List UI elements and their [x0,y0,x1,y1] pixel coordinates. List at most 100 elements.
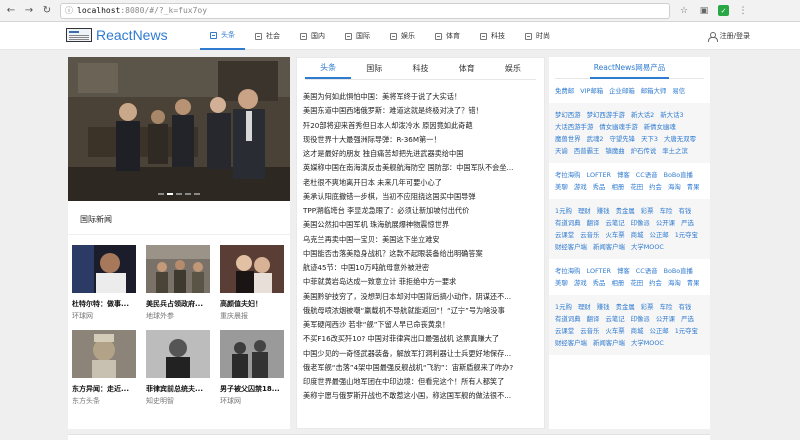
reload-icon[interactable]: ↻ [40,4,54,18]
product-link[interactable]: VIP邮箱 [580,87,603,95]
product-link[interactable]: 游戏 [574,279,587,287]
product-link[interactable]: 约会 [649,279,662,287]
product-link[interactable]: 率土之滨 [662,147,688,155]
product-link[interactable]: 公开课 [656,219,675,227]
product-link[interactable]: 海淘 [668,183,681,191]
product-link[interactable]: 彩票 [641,303,654,311]
screenshot-icon[interactable]: ▣ [698,5,710,17]
star-icon[interactable]: ☆ [678,5,690,17]
product-link[interactable]: 倩女幽魂手游 [599,123,637,131]
product-link[interactable]: 严选 [681,315,694,323]
news-link[interactable]: 俄航母喷浓烟被嘲“羸载机不导航就能返回”！“辽宁”号为啥没事 [303,304,539,318]
product-link[interactable]: 火车票 [605,327,624,335]
carousel-dot[interactable] [158,193,164,195]
product-link[interactable]: 新大话2 [631,111,654,119]
product-link[interactable]: 理财 [578,207,591,215]
product-link[interactable]: 赚钱 [597,303,610,311]
product-link[interactable]: 炉石传说 [631,147,657,155]
news-link[interactable]: 中国能否击落美隐身战机？这款不起眼装备给出明确答案 [303,247,539,261]
news-link[interactable]: 不买F16改买歼10? 中国对菲律宾出口最强战机 这票真赚大了 [303,332,539,346]
product-link[interactable]: BoBo直播 [664,171,693,179]
product-link[interactable]: 贵金属 [616,303,635,311]
news-link[interactable]: 这才是最好的朋友 独自痛苦却把先进武器卖给中国 [303,147,539,161]
product-link[interactable]: 美聊 [555,183,568,191]
product-link[interactable]: 西普霸王 [574,147,600,155]
product-link[interactable]: 商城 [631,231,644,239]
image-carousel[interactable] [68,57,290,201]
product-link[interactable]: 有道词典 [555,315,581,323]
nav-item-yule[interactable]: 娱乐 [380,22,425,50]
product-link[interactable]: 花田 [630,279,643,287]
product-link[interactable]: 车险 [660,207,673,215]
image-news-card[interactable]: 菲律宾前总统夫... 知史明智 [146,330,210,406]
news-link[interactable]: 俄老军舰“击落”4架中国最强反舰战机“飞豹”：宙斯盾舰来了咋办? [303,361,539,375]
product-link[interactable]: 武魂2 [587,135,604,143]
product-link[interactable]: 印像派 [631,315,650,323]
product-link[interactable]: 云笔记 [605,219,624,227]
product-link[interactable]: 魔兽世界 [555,135,581,143]
product-link[interactable]: 青果 [687,279,700,287]
product-link[interactable]: 梦幻西游 [555,111,581,119]
product-link[interactable]: 天下3 [641,135,658,143]
product-link[interactable]: 美聊 [555,279,568,287]
product-link[interactable]: 免费邮 [555,87,574,95]
news-link[interactable]: 英媒称中国在南海演反击美舰航海防空 国防部：中国军队不会坐... [303,161,539,175]
product-link[interactable]: 翻译 [587,219,600,227]
news-link[interactable]: 美军硬闯西沙 若非“舰”下留人早已命丧黄泉！ [303,318,539,332]
product-link[interactable]: BoBo直播 [664,267,693,275]
news-link[interactable]: 中菲就黄岩岛达成一致意立计 菲拒绝中方一要求 [303,275,539,289]
product-link[interactable]: 博客 [617,171,630,179]
tab-yule[interactable]: 娱乐 [490,58,536,79]
news-link[interactable]: 美称宁愿与俄罗斯开战也不敢惹这小国，称这国军舰的做法很不... [303,389,539,403]
product-link[interactable]: 博客 [617,267,630,275]
product-link[interactable]: 青果 [687,183,700,191]
product-link[interactable]: 1元夺宝 [675,231,698,239]
product-link[interactable]: 车险 [660,303,673,311]
product-link[interactable]: 考拉海购 [555,267,581,275]
news-link[interactable]: 美承认阳底撒错一步棋，当初不应阻挠这国买中国导弹 [303,190,539,204]
news-link[interactable]: 乌克兰再卖中国一宝贝：美国这下坐立难安 [303,233,539,247]
news-link[interactable]: 现役世界十大最强洲际导弹：R-36M第一！ [303,133,539,147]
carousel-dot[interactable] [167,193,173,195]
news-link[interactable]: 美国黔驴技穷了，没想到日本却对中国背后搞小动作，阴谋还不... [303,290,539,304]
image-news-card[interactable]: 美民兵占领政府... 地球外参 [146,245,210,321]
carousel-dot[interactable] [194,193,200,195]
news-link[interactable]: 航迹45节：中国10万吨航母意外被泄密 [303,261,539,275]
product-link[interactable]: 翻译 [587,315,600,323]
nav-item-guonei[interactable]: 国内 [290,22,335,50]
product-link[interactable]: 邮箱大师 [641,87,667,95]
carousel-dot[interactable] [185,193,191,195]
image-news-card[interactable]: 高颜值夫妇！ 重庆晨报 [220,245,284,321]
product-link[interactable]: 云课堂 [555,231,574,239]
product-link[interactable]: CC语音 [636,171,658,179]
product-link[interactable]: 云音乐 [580,231,599,239]
nav-item-guoji[interactable]: 国际 [335,22,380,50]
nav-item-keji[interactable]: 科技 [470,22,515,50]
product-link[interactable]: 财经客户端 [555,339,587,347]
tab-keji[interactable]: 科技 [397,58,443,79]
product-link[interactable]: 1元夺宝 [675,327,698,335]
nav-item-toutiao[interactable]: 头条 [200,22,245,50]
product-link[interactable]: 公正邮 [649,231,668,239]
product-link[interactable]: 约会 [649,183,662,191]
image-news-card[interactable]: 东方异闻：走近... 东方头条 [72,330,136,406]
product-link[interactable]: 有钱 [678,207,691,215]
product-link[interactable]: 新闻客户端 [593,243,625,251]
product-link[interactable]: LOFTER [587,267,611,275]
product-link[interactable]: 秀品 [593,183,606,191]
news-link[interactable]: 美国东道中国西堵俄罗斯：难道这就是终极对决了？错！ [303,104,539,118]
product-link[interactable]: 守望先锋 [610,135,636,143]
product-link[interactable]: LOFTER [587,171,611,179]
info-icon[interactable]: ⓘ [65,5,73,16]
product-link[interactable]: 1元购 [555,303,572,311]
site-logo[interactable]: ReactNews [66,27,168,43]
product-link[interactable]: 财经客户端 [555,243,587,251]
product-link[interactable]: 花田 [630,183,643,191]
product-link[interactable]: 易信 [672,87,685,95]
news-link[interactable]: 美国公然扣中国军机 珠海航展爆神物震惊世界 [303,218,539,232]
product-link[interactable]: 公正邮 [649,327,668,335]
product-link[interactable]: 企业邮箱 [609,87,635,95]
product-link[interactable]: 公开课 [656,315,675,323]
product-link[interactable]: 镇魔曲 [605,147,624,155]
tab-toutiao[interactable]: 头条 [305,58,352,79]
